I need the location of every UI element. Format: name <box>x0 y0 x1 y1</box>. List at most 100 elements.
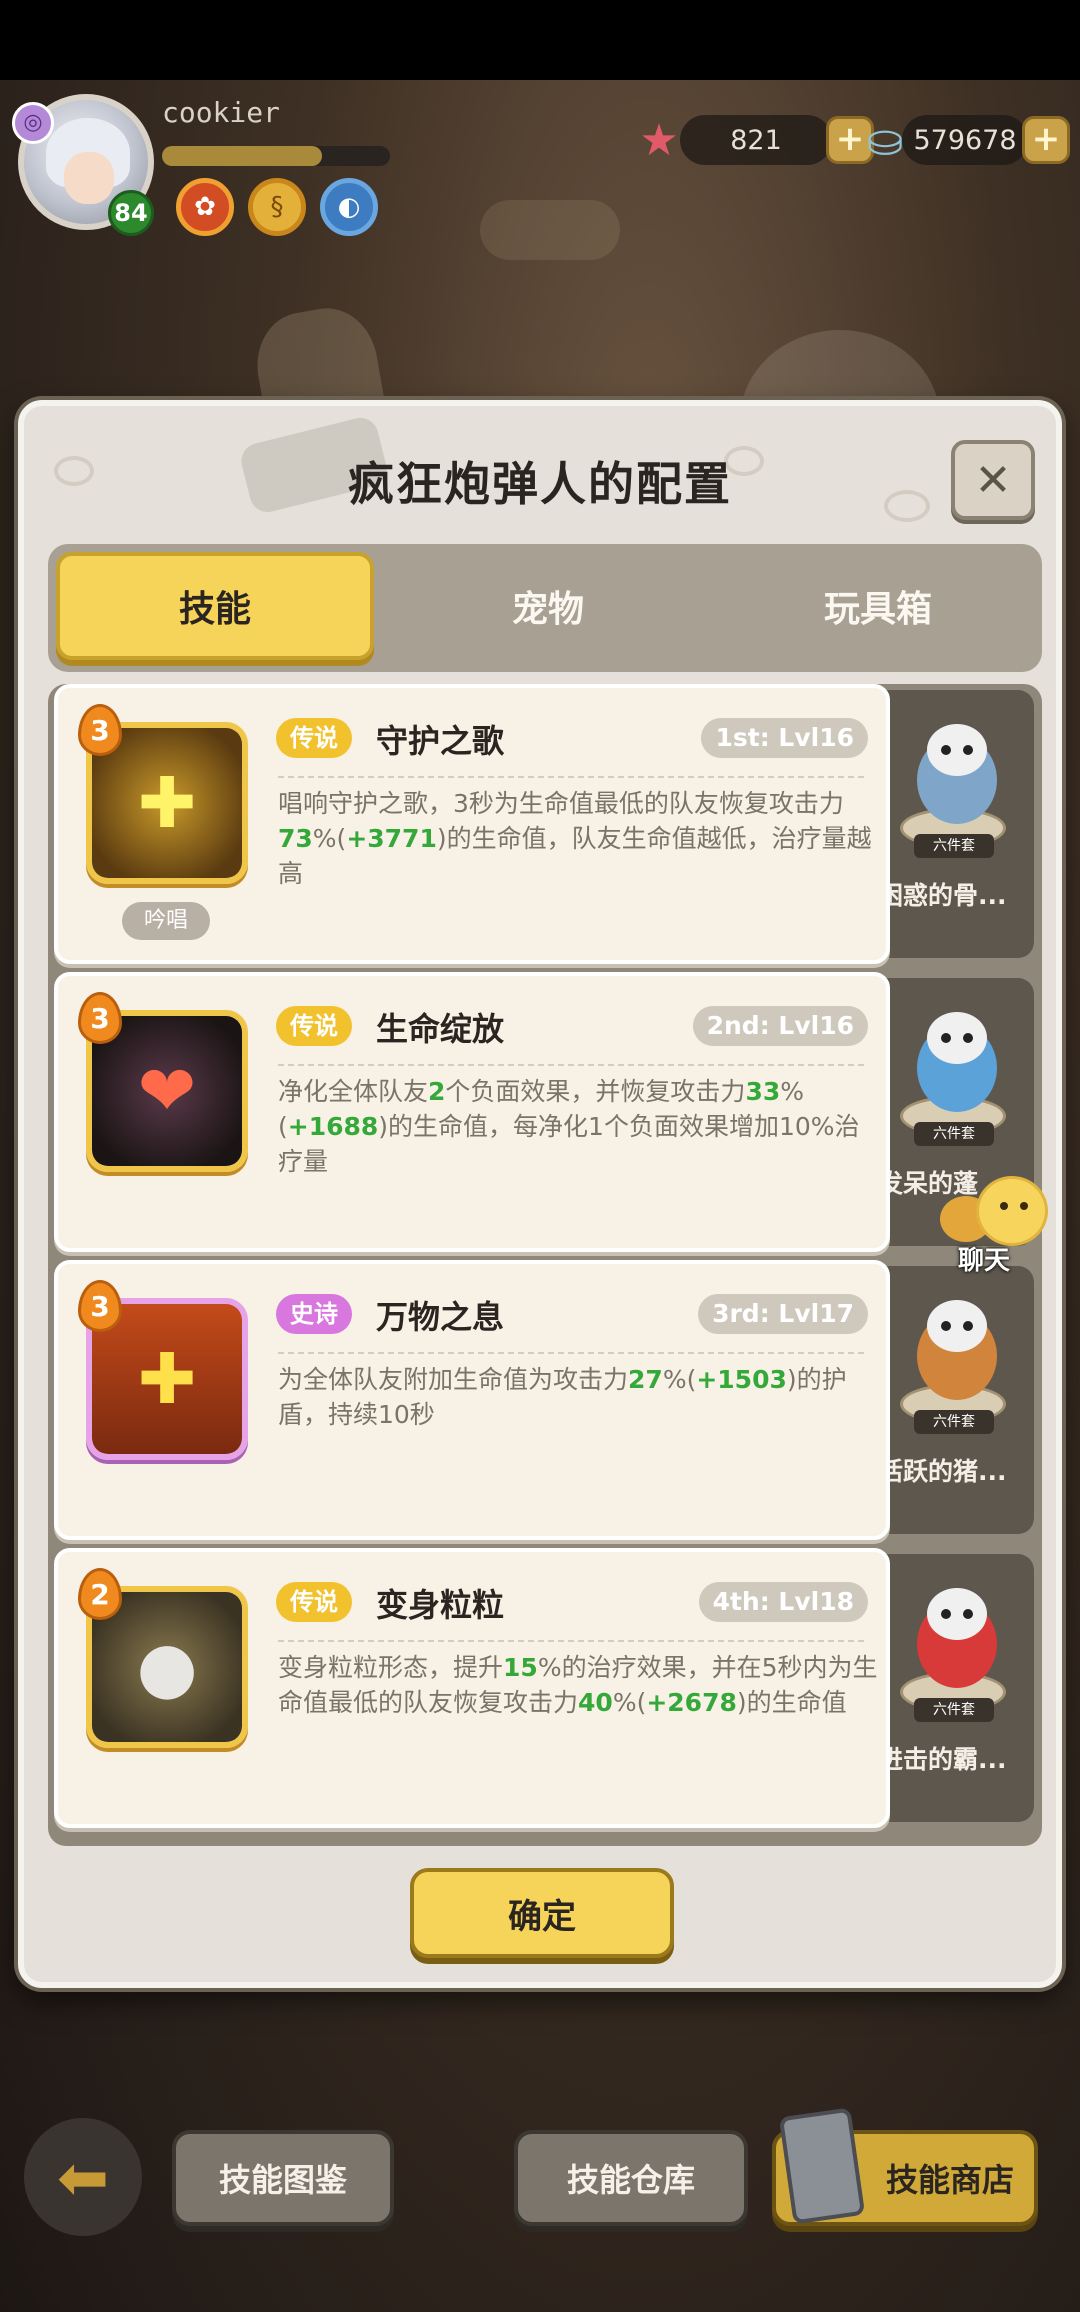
skill-name: 生命绽放 <box>376 1010 505 1048</box>
description-segment: 73 <box>278 824 313 853</box>
close-icon: ✕ <box>974 454 1012 506</box>
skill-row: 六件套 活跃的猪... ✚ 3 史诗 万物之息 3rd: Lvl17 为全体队友附加生命值为攻… <box>54 1260 1036 1540</box>
tab-skills[interactable]: 技能 <box>56 552 374 660</box>
pet-set-tag: 六件套 <box>914 1698 994 1722</box>
pet-name: 进击的霸... <box>878 1745 1007 1774</box>
guild-badge-icon: ◎ <box>12 102 54 144</box>
description-segment: 净化全体队友 <box>278 1077 429 1106</box>
pet-card[interactable]: 六件套进击的霸... <box>874 1554 1034 1822</box>
player-level-badge: 84 <box>108 190 154 236</box>
skill-shop-button[interactable]: 技能商店 <box>772 2107 1038 2226</box>
avatar-face <box>64 152 114 204</box>
description-segment: %( <box>312 824 347 853</box>
buff-icon-gold[interactable]: § <box>248 178 306 236</box>
starfish-currency: ★ 821 + <box>632 112 874 168</box>
tab-bar: 技能 宠物 玩具箱 <box>48 544 1042 672</box>
pet-figure-icon <box>917 724 997 824</box>
rarity-badge: 传说 <box>276 1582 352 1622</box>
starfish-count: 821 <box>680 115 832 165</box>
tab-toybox[interactable]: 玩具箱 <box>718 552 1038 660</box>
description-segment: 15 <box>503 1653 538 1682</box>
description-segment: %( <box>662 1365 697 1394</box>
star-level-badge: 3 <box>78 1280 122 1332</box>
description-segment: 个负面效果，并恢复攻击力 <box>445 1077 746 1106</box>
description-segment: 唱响守护之歌，3秒为生命值最低的队友恢复攻击力 <box>278 789 844 818</box>
player-name: cookier <box>162 96 281 129</box>
star-level-badge: 3 <box>78 704 122 756</box>
skill-slot-level: 2nd: Lvl16 <box>692 1006 868 1046</box>
config-dialog: 疯狂炮弹人的配置 ✕ 技能 宠物 玩具箱 六件套 困惑的骨... ✚ 3 吟唱 传说 守护之… <box>18 400 1062 1988</box>
pet-card[interactable]: 六件套困惑的骨... <box>874 690 1034 958</box>
face-eyes <box>1000 1202 1028 1210</box>
skill-slot-level: 4th: Lvl18 <box>698 1582 868 1622</box>
add-shell-button[interactable]: + <box>1022 116 1070 164</box>
skill-list: 六件套 困惑的骨... ✚ 3 吟唱 传说 守护之歌 1st: Lvl16 唱响守护之歌，3秒为… <box>48 684 1042 1846</box>
description-segment: +1503 <box>696 1365 787 1394</box>
confirm-button[interactable]: 确定 <box>410 1868 674 1958</box>
pet-set-tag: 六件套 <box>914 834 994 858</box>
star-level: 3 <box>90 714 110 747</box>
dialog-title: 疯狂炮弹人的配置 <box>348 457 732 511</box>
star-level: 3 <box>90 1002 110 1035</box>
shell-currency: ⛀ 579678 + <box>858 112 1070 168</box>
rarity-badge: 传说 <box>276 718 352 758</box>
shop-card-icon <box>778 2107 866 2225</box>
pet-name: 活跃的猪... <box>878 1457 1007 1486</box>
close-button[interactable]: ✕ <box>951 440 1035 520</box>
xp-bar-fill <box>162 146 322 166</box>
pet-set-tag: 六件套 <box>914 1410 994 1434</box>
skill-shop-label: 技能商店 <box>885 2161 1014 2199</box>
description-segment: +3771 <box>346 824 437 853</box>
skill-name: 变身粒粒 <box>376 1586 505 1624</box>
skill-description: 为全体队友附加生命值为攻击力27%(+1503)的护盾，持续10秒 <box>278 1362 878 1432</box>
divider <box>278 1640 864 1642</box>
tab-pets[interactable]: 宠物 <box>388 552 708 660</box>
skill-slot-level: 3rd: Lvl17 <box>698 1294 868 1334</box>
shell-count: 579678 <box>902 115 1028 165</box>
back-arrow-icon: ⬅ <box>57 2140 109 2214</box>
chat-label: 聊天 <box>958 1246 1011 1276</box>
chant-tag: 吟唱 <box>122 902 210 940</box>
rarity-badge: 传说 <box>276 1006 352 1046</box>
rarity-badge: 史诗 <box>276 1294 352 1334</box>
buff-icon-orange[interactable]: ✿ <box>176 178 234 236</box>
divider <box>278 776 864 778</box>
description-segment: 40 <box>578 1688 613 1717</box>
skill-card[interactable]: ❤ 3 传说 生命绽放 2nd: Lvl16 净化全体队友2个负面效果，并恢复攻击力33%… <box>54 972 890 1252</box>
description-segment: 变身粒粒形态，提升 <box>278 1653 504 1682</box>
chat-button[interactable]: 聊天 <box>936 1172 1056 1276</box>
skill-description: 变身粒粒形态，提升15%的治疗效果，并在5秒内为生命值最低的队友恢复攻击力40%… <box>278 1650 878 1720</box>
hud-buff-icons: ✿ § ◐ <box>176 178 378 236</box>
skill-name: 万物之息 <box>376 1298 505 1336</box>
description-segment: +2678 <box>646 1688 737 1717</box>
skill-storage-button[interactable]: 技能仓库 <box>514 2130 748 2226</box>
pet-card[interactable]: 六件套活跃的猪... <box>874 1266 1034 1534</box>
skill-row: 六件套 困惑的骨... ✚ 3 吟唱 传说 守护之歌 1st: Lvl16 唱响守护之歌，3秒为… <box>54 684 1036 964</box>
star-level-badge: 3 <box>78 992 122 1044</box>
pet-figure-icon <box>917 1012 997 1112</box>
skill-card[interactable]: ✚ 3 史诗 万物之息 3rd: Lvl17 为全体队友附加生命值为攻击力27%(+150… <box>54 1260 890 1540</box>
star-level: 3 <box>90 1290 110 1323</box>
description-segment: +1688 <box>287 1112 379 1141</box>
skill-wiki-button[interactable]: 技能图鉴 <box>172 2130 394 2226</box>
skill-description: 唱响守护之歌，3秒为生命值最低的队友恢复攻击力73%(+3771)的生命值，队友… <box>278 786 878 891</box>
buff-icon-blue[interactable]: ◐ <box>320 178 378 236</box>
starfish-icon: ★ <box>639 114 679 166</box>
description-segment: 33 <box>745 1077 781 1106</box>
description-segment: 27 <box>628 1365 663 1394</box>
pet-name: 困惑的骨... <box>878 881 1007 910</box>
skill-row: 六件套 发呆的蓬 ❤ 3 传说 生命绽放 2nd: Lvl16 净化全体队友2个负面效果，并恢… <box>54 972 1036 1252</box>
description-segment: 2 <box>428 1077 446 1106</box>
skill-description: 净化全体队友2个负面效果，并恢复攻击力33%(+1688)的生命值，每净化1个负… <box>278 1074 878 1179</box>
description-segment: 为全体队友附加生命值为攻击力 <box>278 1365 629 1394</box>
skill-name: 守护之歌 <box>376 722 505 760</box>
back-button[interactable]: ⬅ <box>24 2118 142 2236</box>
xp-bar <box>162 146 390 166</box>
description-segment: %( <box>612 1688 647 1717</box>
skill-card[interactable]: ✚ 3 吟唱 传说 守护之歌 1st: Lvl16 唱响守护之歌，3秒为生命值最低的队友恢复… <box>54 684 890 964</box>
pet-figure-icon <box>917 1588 997 1688</box>
skill-card[interactable]: ● 2 传说 变身粒粒 4th: Lvl18 变身粒粒形态，提升15%的治疗效果，并在5秒… <box>54 1548 890 1828</box>
description-segment: )的生命值 <box>736 1688 847 1717</box>
star-level-badge: 2 <box>78 1568 122 1620</box>
divider <box>278 1064 864 1066</box>
